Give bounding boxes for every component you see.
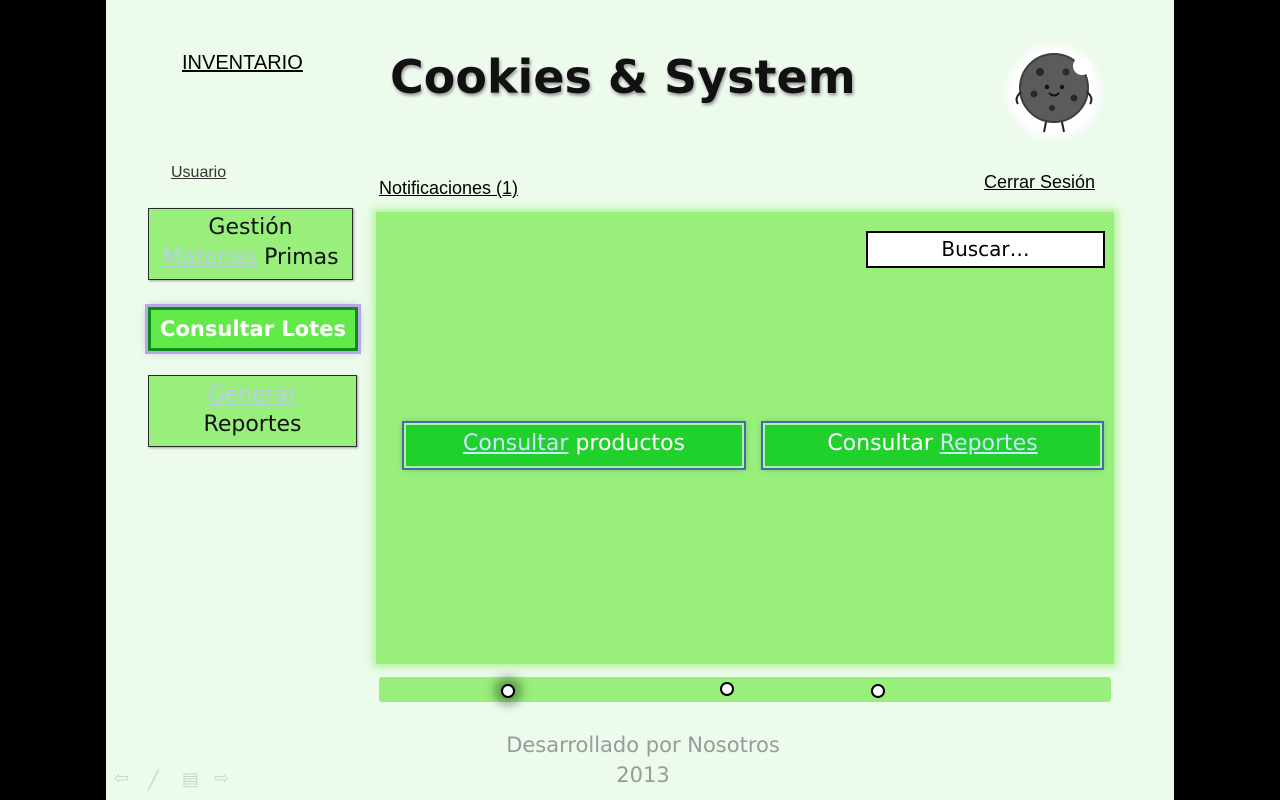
footer: Desarrollado por Nosotros 2013 [443, 730, 843, 790]
footer-credit: Desarrollado por Nosotros [506, 733, 780, 757]
raw-materials-link[interactable]: Materias [162, 245, 257, 270]
check-products-button[interactable]: Consultar productos [402, 421, 746, 470]
footer-year: 2013 [616, 763, 670, 787]
sidebar-item-generate-reports[interactable]: Generar Reportes [148, 375, 357, 447]
logout-link[interactable]: Cerrar Sesión [984, 172, 1095, 193]
check-reports-prefix: Consultar [827, 431, 940, 456]
brand-title: Cookies & System [390, 50, 856, 104]
sidebar-item-check-batches[interactable]: Consultar Lotes [145, 304, 361, 354]
progress-track[interactable] [379, 677, 1111, 702]
cookie-mascot-icon [1004, 42, 1104, 142]
raw-materials-rest: Primas [257, 245, 339, 270]
pen-icon[interactable]: ╱ [148, 770, 159, 791]
sidebar-item-raw-materials[interactable]: Gestión Materias Primas [148, 208, 353, 280]
generate-reports-line1: Generar [149, 380, 356, 410]
search-input[interactable]: Buscar… [866, 231, 1105, 268]
menu-icon[interactable]: ▤ [182, 769, 199, 790]
check-reports-button[interactable]: Consultar Reportes [761, 421, 1104, 470]
generate-link[interactable]: Generar [208, 382, 298, 407]
check-products-link[interactable]: Consultar [463, 431, 568, 456]
check-reports-link[interactable]: Reportes [940, 431, 1038, 456]
generate-reports-line2: Reportes [203, 412, 302, 437]
progress-marker-3[interactable] [871, 684, 885, 698]
notifications-link[interactable]: Notificaciones (1) [379, 178, 518, 199]
raw-materials-line2: Materias Primas [149, 243, 352, 273]
prev-arrow-icon[interactable]: ⇦ [114, 768, 129, 789]
check-products-rest: productos [568, 431, 685, 456]
raw-materials-line1: Gestión [208, 215, 293, 240]
inventory-link[interactable]: INVENTARIO [182, 52, 303, 75]
user-link[interactable]: Usuario [171, 164, 226, 182]
next-arrow-icon[interactable]: ⇨ [214, 768, 229, 789]
progress-marker-1[interactable] [501, 684, 515, 698]
slide-canvas: INVENTARIO Cookies & System Usuario Noti… [106, 0, 1174, 800]
progress-marker-2[interactable] [720, 682, 734, 696]
